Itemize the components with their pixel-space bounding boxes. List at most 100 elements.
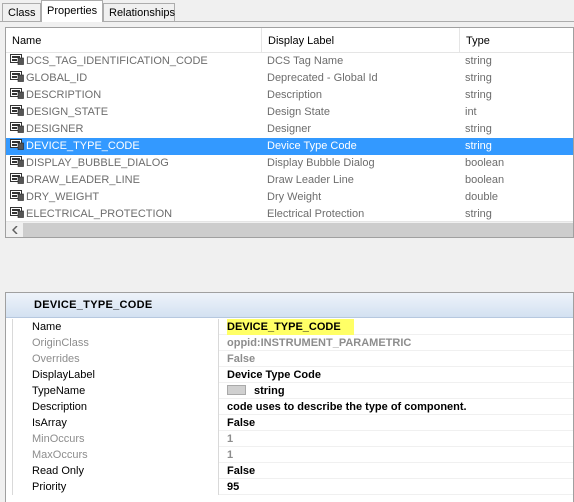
row-type: boolean — [465, 174, 505, 186]
value-text: oppid:INSTRUMENT_PARAMETRIC — [227, 337, 412, 349]
property-icon — [10, 88, 24, 99]
row-display-label: Description — [267, 89, 323, 101]
property-row[interactable]: Name DEVICE_TYPE_CODE — [12, 319, 573, 335]
table-row[interactable]: DRY_WEIGHT Dry Weight double — [6, 189, 573, 206]
property-value[interactable]: 95 — [227, 479, 573, 495]
properties-list[interactable]: Name Display Label Type DCS_TAG_IDENTIFI… — [5, 27, 574, 238]
column-header-display-label[interactable]: Display Label — [261, 28, 459, 53]
property-row[interactable]: Priority 95 — [12, 479, 573, 495]
row-name: DESCRIPTION — [26, 89, 102, 101]
tab-relationships[interactable]: Relationships — [103, 3, 175, 22]
property-icon — [10, 105, 24, 116]
property-icon — [10, 71, 24, 82]
value-text: 1 — [227, 433, 234, 445]
property-row[interactable]: TypeName string — [12, 383, 573, 399]
row-display-label: Design State — [267, 106, 330, 118]
table-row[interactable]: DESCRIPTION Description string — [6, 87, 573, 104]
table-row[interactable]: DESIGNER Designer string — [6, 121, 573, 138]
row-type: string — [465, 55, 492, 67]
property-row[interactable]: IsArray False — [12, 415, 573, 431]
property-icon — [10, 139, 24, 150]
property-value[interactable]: code uses to describe the type of compon… — [227, 399, 573, 415]
property-grid: Name DEVICE_TYPE_CODE OriginClass oppid:INS… — [12, 319, 573, 495]
row-display-label: Deprecated - Global Id — [267, 72, 378, 84]
row-name-cell: DISPLAY_BUBBLE_DIALOG — [10, 155, 260, 172]
property-icon — [10, 207, 24, 218]
row-display-label: Display Bubble Dialog — [267, 157, 375, 169]
property-value[interactable]: False — [227, 351, 573, 367]
row-display-label: Designer — [267, 123, 312, 135]
row-type: int — [465, 106, 477, 118]
property-name: Read Only — [12, 463, 219, 479]
property-name: Priority — [12, 479, 219, 495]
row-display-label: Draw Leader Line — [267, 174, 354, 186]
property-row[interactable]: MaxOccurs 1 — [12, 447, 573, 463]
value-text: 95 — [227, 481, 240, 493]
property-row[interactable]: Read Only False — [12, 463, 573, 479]
row-name-cell: DCS_TAG_IDENTIFICATION_CODE — [10, 53, 260, 70]
row-type: double — [465, 191, 499, 203]
row-name-cell: GLOBAL_ID — [10, 70, 260, 87]
row-type: string — [465, 72, 492, 84]
property-value[interactable]: False — [227, 463, 573, 479]
column-header-name[interactable]: Name — [6, 28, 261, 53]
list-rows: DCS_TAG_IDENTIFICATION_CODE DCS Tag Name s… — [6, 53, 573, 223]
property-value[interactable]: 1 — [227, 447, 573, 463]
property-icon — [10, 122, 24, 133]
tab-class[interactable]: Class — [2, 3, 41, 22]
table-row[interactable]: DEVICE_TYPE_CODE Device Type Code string — [6, 138, 573, 155]
row-type: boolean — [465, 157, 505, 169]
row-name-cell: DESIGN_STATE — [10, 104, 260, 121]
row-display-label: Device Type Code — [267, 140, 357, 152]
table-row[interactable]: DISPLAY_BUBBLE_DIALOG Display Bubble Dial… — [6, 155, 573, 172]
tab-properties[interactable]: Properties — [41, 0, 103, 22]
property-row[interactable]: Overrides False — [12, 351, 573, 367]
row-name-cell: DRY_WEIGHT — [10, 189, 260, 206]
property-name: DisplayLabel — [12, 367, 219, 383]
tab-bar: Class Properties Relationships — [0, 0, 574, 22]
property-value[interactable]: string — [227, 383, 573, 399]
property-name: MaxOccurs — [12, 447, 219, 463]
table-row[interactable]: GLOBAL_ID Deprecated - Global Id string — [6, 70, 573, 87]
property-row[interactable]: OriginClass oppid:INSTRUMENT_PARAMETRIC — [12, 335, 573, 351]
row-name: DISPLAY_BUBBLE_DIALOG — [26, 157, 169, 169]
property-name: OriginClass — [12, 335, 219, 351]
value-text: string — [254, 385, 285, 397]
property-value[interactable]: DEVICE_TYPE_CODE — [227, 319, 573, 335]
property-value[interactable]: False — [227, 415, 573, 431]
property-name: Name — [12, 319, 219, 335]
row-display-label: Dry Weight — [267, 191, 322, 203]
property-icon — [10, 190, 24, 201]
table-row[interactable]: DRAW_LEADER_LINE Draw Leader Line boolean — [6, 172, 573, 189]
property-row[interactable]: DisplayLabel Device Type Code — [12, 367, 573, 383]
row-type: string — [465, 123, 492, 135]
property-icon — [10, 156, 24, 167]
table-row[interactable]: DESIGN_STATE Design State int — [6, 104, 573, 121]
row-name-cell: DEVICE_TYPE_CODE — [10, 138, 260, 155]
column-header-type[interactable]: Type — [459, 28, 573, 53]
value-text: False — [227, 417, 256, 429]
scroll-left-button[interactable] — [6, 222, 23, 237]
property-icon — [10, 173, 24, 184]
details-header: DEVICE_TYPE_CODE — [6, 293, 573, 318]
property-icon — [10, 54, 24, 65]
property-name: Description — [12, 399, 219, 415]
row-name-cell: DESCRIPTION — [10, 87, 260, 104]
property-value[interactable]: 1 — [227, 431, 573, 447]
property-details-pane: DEVICE_TYPE_CODE Name DEVICE_TYPE_CODE Ori… — [5, 292, 574, 502]
property-row[interactable]: Description code uses to describe the typ… — [12, 399, 573, 415]
property-value[interactable]: Device Type Code — [227, 367, 573, 383]
horizontal-scrollbar[interactable] — [6, 221, 573, 237]
property-name: MinOccurs — [12, 431, 219, 447]
row-type: string — [465, 140, 492, 152]
row-display-label: DCS Tag Name — [267, 55, 344, 67]
row-name: ELECTRICAL_PROTECTION — [26, 208, 173, 220]
scrollbar-thumb[interactable] — [23, 223, 573, 237]
property-value[interactable]: oppid:INSTRUMENT_PARAMETRIC — [227, 335, 573, 351]
property-name: Overrides — [12, 351, 219, 367]
table-row[interactable]: DCS_TAG_IDENTIFICATION_CODE DCS Tag Name s… — [6, 53, 573, 70]
value-text: False — [227, 465, 256, 477]
property-row[interactable]: MinOccurs 1 — [12, 431, 573, 447]
property-name: IsArray — [12, 415, 219, 431]
row-name: DEVICE_TYPE_CODE — [26, 140, 140, 152]
